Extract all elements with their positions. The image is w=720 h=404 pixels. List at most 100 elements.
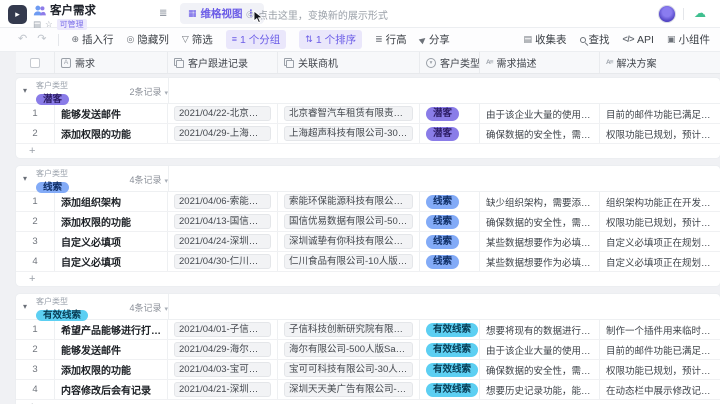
cell-demand[interactable]: 添加权限的功能 <box>55 360 168 379</box>
record-count[interactable]: 2条记录▾ <box>80 85 168 98</box>
cell-type[interactable]: 线索 <box>420 212 480 231</box>
cell-desc[interactable]: 想要将现有的数据进行打印出来... <box>480 320 600 339</box>
cell-desc[interactable]: 由于该企业大量的使用邮件进行... <box>480 104 600 123</box>
row-number-cell[interactable]: 4 <box>16 252 55 271</box>
cell-opportunity[interactable]: 宝可可科技有限公司-30人版SaaS系统-... <box>278 360 420 379</box>
column-header-2[interactable]: 客户跟进记录 <box>168 52 278 73</box>
cell-solution[interactable]: 目前的邮件功能已满足对方... <box>600 104 720 123</box>
cell-record[interactable]: 2021/04/29-海尔有限公司... <box>168 340 278 359</box>
cell-demand[interactable]: 添加权限的功能 <box>55 124 168 143</box>
select-all-checkbox[interactable] <box>30 58 40 68</box>
sidebar-expand-button[interactable]: ▸ <box>8 5 27 24</box>
cell-type[interactable]: 线索 <box>420 232 480 251</box>
row-number-cell[interactable]: 2 <box>16 212 55 231</box>
hide-fields-button[interactable]: ◎隐藏列 <box>126 32 168 47</box>
insert-row-button[interactable]: ⊕插入行 <box>71 32 113 47</box>
cell-record[interactable]: 2021/04/30-仁川食品有限... <box>168 252 278 271</box>
cell-solution[interactable]: 组织架构功能正在开发过程... <box>600 192 720 211</box>
row-number-cell[interactable]: 2 <box>16 340 55 359</box>
cell-demand[interactable]: 添加组织架构 <box>55 192 168 211</box>
cell-record[interactable]: 2021/04/22-北京睿智汽车... <box>168 104 278 123</box>
cell-record[interactable]: 2021/04/29-上海超声科技... <box>168 124 278 143</box>
cell-record[interactable]: 2021/04/06-索能环保能源... <box>168 192 278 211</box>
collapse-arrow-icon[interactable]: ▾ <box>23 302 27 311</box>
cell-record[interactable]: 2021/04/03-宝可可科技有... <box>168 360 278 379</box>
cell-desc[interactable]: 某些数据想要作为必填项，来获... <box>480 252 600 271</box>
cell-desc[interactable]: 缺少组织架构，需要添加组织架... <box>480 192 600 211</box>
undo-button[interactable]: ↶ <box>18 34 27 45</box>
column-header-5[interactable]: A≡需求描述 <box>480 52 600 73</box>
column-header-6[interactable]: A≡解决方案 <box>600 52 720 73</box>
cell-desc[interactable]: 想要历史记录功能，能及时查看... <box>480 380 600 399</box>
cell-solution[interactable]: 制作一个插件用来临时打印... <box>600 320 720 339</box>
search-button[interactable]: 查找 <box>580 32 610 47</box>
cell-type[interactable]: 潜客 <box>420 124 480 143</box>
row-number-cell[interactable]: 4 <box>16 380 55 399</box>
cell-desc[interactable]: 确保数据的安全性，需要拥有权... <box>480 212 600 231</box>
cell-type[interactable]: 有效线索 <box>420 380 480 399</box>
column-header-4[interactable]: ▾客户类型 <box>420 52 480 73</box>
cell-opportunity[interactable]: 深圳天天美广告有限公司-30人版SaaS... <box>278 380 420 399</box>
group-button[interactable]: ≡1 个分组 <box>226 30 287 49</box>
cell-type[interactable]: 有效线索 <box>420 320 480 339</box>
add-row-button[interactable]: + <box>16 400 720 404</box>
cell-solution[interactable]: 权限功能已规划，预计在3.0... <box>600 124 720 143</box>
cell-solution[interactable]: 在动态栏中展示修改记录，... <box>600 380 720 399</box>
api-button[interactable]: </>API <box>623 34 654 46</box>
column-header-1[interactable]: A需求 <box>55 52 168 73</box>
cell-desc[interactable]: 某些数据想要作为必填项，来获... <box>480 232 600 251</box>
cell-type[interactable]: 潜客 <box>420 104 480 123</box>
cell-desc[interactable]: 确保数据的安全性，需要拥有权... <box>480 360 600 379</box>
node-doc-icon[interactable]: ▤ <box>33 20 41 29</box>
cell-solution[interactable]: 权限功能已规划，预计在3.0... <box>600 360 720 379</box>
cell-opportunity[interactable]: 索能环保能源科技有限公司-30人版Saa... <box>278 192 420 211</box>
redo-button[interactable]: ↷ <box>37 34 46 45</box>
add-row-button[interactable]: + <box>16 144 720 158</box>
cell-solution[interactable]: 目前的邮件功能已满足对方... <box>600 340 720 359</box>
cell-solution[interactable]: 自定义必填项正在规划当中... <box>600 232 720 251</box>
favorite-star-icon[interactable]: ☆ <box>45 20 53 29</box>
collapse-arrow-icon[interactable]: ▾ <box>23 174 27 183</box>
cell-record[interactable]: 2021/04/13-国信优易数据... <box>168 212 278 231</box>
cell-record[interactable]: 2021/04/24-深圳诚挚有你... <box>168 232 278 251</box>
filter-button[interactable]: ▽筛选 <box>182 32 213 47</box>
widget-button[interactable]: ▣小组件 <box>667 32 710 47</box>
avatar[interactable] <box>658 5 676 23</box>
cell-record[interactable]: 2021/04/21-深圳天天美广... <box>168 380 278 399</box>
sort-button[interactable]: ⇅1 个排序 <box>299 30 362 49</box>
cell-opportunity[interactable]: 上海超声科技有限公司-30人版SaaS系... <box>278 124 420 143</box>
cell-desc[interactable]: 由于该企业大量的使用邮件进行... <box>480 340 600 359</box>
cell-solution[interactable]: 自定义必填项正在规划当中... <box>600 252 720 271</box>
record-count[interactable]: 4条记录▾ <box>80 173 168 186</box>
cell-demand[interactable]: 内容修改后会有记录 <box>55 380 168 399</box>
collapse-arrow-icon[interactable]: ▾ <box>23 86 27 95</box>
cell-opportunity[interactable]: 北京睿智汽车租赁有限责任公司-10人... <box>278 104 420 123</box>
cell-opportunity[interactable]: 仁川食品有限公司-10人版SaaS系统-成... <box>278 252 420 271</box>
cell-demand[interactable]: 自定义必填项 <box>55 252 168 271</box>
row-number-cell[interactable]: 3 <box>16 232 55 251</box>
cell-demand[interactable]: 添加权限的功能 <box>55 212 168 231</box>
cell-solution[interactable]: 权限功能已规划，预计在3.0... <box>600 212 720 231</box>
cell-opportunity[interactable]: 国信优易数据有限公司-500人版SaaS... <box>278 212 420 231</box>
cell-opportunity[interactable]: 深圳诚挚有你科技有限公司-500人版Sa... <box>278 232 420 251</box>
cell-type[interactable]: 有效线索 <box>420 360 480 379</box>
add-row-button[interactable]: + <box>16 272 720 286</box>
cell-record[interactable]: 2021/04/01-子信科技创新... <box>168 320 278 339</box>
cell-demand[interactable]: 能够发送邮件 <box>55 104 168 123</box>
share-button[interactable]: ▶分享 <box>420 32 450 47</box>
cell-opportunity[interactable]: 海尔有限公司-500人版SaaS系统-试用... <box>278 340 420 359</box>
cell-type[interactable]: 有效线索 <box>420 340 480 359</box>
row-height-button[interactable]: ≣行高 <box>375 32 407 47</box>
cell-type[interactable]: 线索 <box>420 252 480 271</box>
form-button[interactable]: ▤收集表 <box>524 32 567 47</box>
column-header-3[interactable]: 关联商机 <box>278 52 420 73</box>
cell-desc[interactable]: 确保数据的安全性，需要拥有权... <box>480 124 600 143</box>
row-number-cell[interactable]: 2 <box>16 124 55 143</box>
cell-demand[interactable]: 自定义必填项 <box>55 232 168 251</box>
cell-opportunity[interactable]: 子信科技创新研究院有限公司-10人版S... <box>278 320 420 339</box>
cell-type[interactable]: 线索 <box>420 192 480 211</box>
view-switch-hint[interactable]: ◎ 点击这里，变换新的展示形式 <box>246 7 388 22</box>
cloud-sync-icon[interactable]: ☁ <box>694 6 706 20</box>
cell-demand[interactable]: 能够发送邮件 <box>55 340 168 359</box>
view-list-icon[interactable]: ≣ <box>159 8 167 19</box>
